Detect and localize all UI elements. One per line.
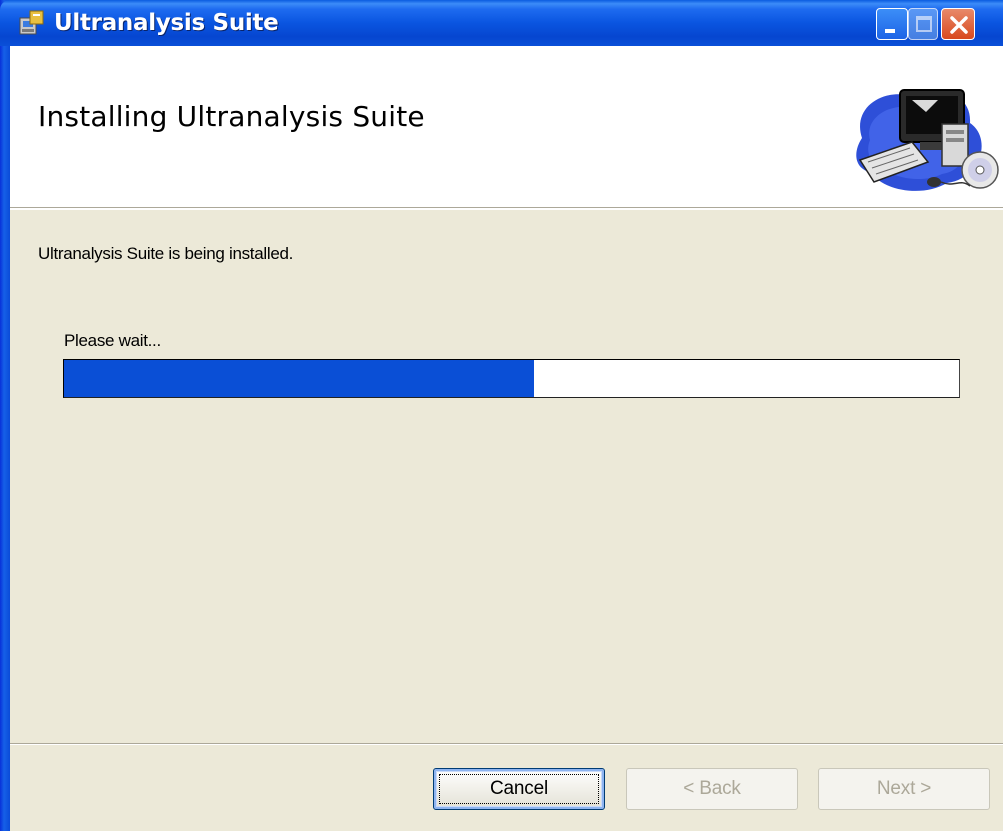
footer-divider: [10, 743, 1003, 745]
computer-install-graphic: [842, 78, 1003, 196]
back-button-label: < Back: [683, 778, 741, 799]
close-icon: [950, 16, 968, 34]
minimize-icon: [885, 29, 895, 33]
maximize-button[interactable]: [908, 8, 938, 40]
window-frame-left: [0, 0, 10, 831]
minimize-button[interactable]: [876, 8, 908, 40]
installer-icon: [18, 9, 46, 37]
header-banner: Installing Ultranalysis Suite: [10, 46, 1003, 208]
focus-rectangle: [439, 774, 599, 804]
installer-window: Ultranalysis Suite Installing Ultranalys…: [0, 0, 1003, 831]
next-button[interactable]: Next >: [818, 768, 990, 810]
please-wait-label: Please wait...: [64, 331, 161, 350]
install-status-text: Ultranalysis Suite is being installed.: [38, 244, 294, 263]
back-button[interactable]: < Back: [626, 768, 798, 810]
title-bar[interactable]: Ultranalysis Suite: [0, 0, 1003, 46]
page-title: Installing Ultranalysis Suite: [38, 100, 425, 133]
install-progress-bar: [63, 359, 960, 398]
close-button[interactable]: [941, 8, 975, 40]
window-title: Ultranalysis Suite: [54, 10, 279, 36]
banner-separator: [10, 208, 1003, 210]
next-button-label: Next >: [876, 778, 932, 799]
maximize-icon: [916, 16, 932, 32]
cancel-button[interactable]: Cancel: [433, 768, 605, 810]
progress-fill: [64, 360, 534, 397]
